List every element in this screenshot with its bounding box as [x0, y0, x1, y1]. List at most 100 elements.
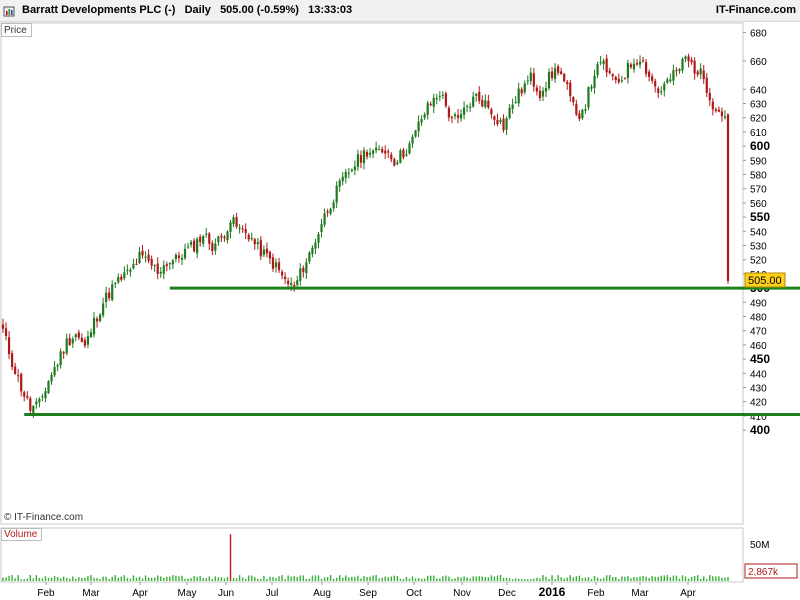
candle-body [183, 248, 187, 259]
candle-body [362, 150, 366, 164]
volume-panel [0, 527, 744, 583]
volume-last-label: 2,867k [748, 567, 779, 578]
y-tick-label: 460 [750, 341, 767, 352]
candle-body [669, 79, 672, 82]
candle-body [284, 276, 287, 280]
y-tick-label: 530 [750, 242, 767, 253]
candle-body [623, 78, 626, 80]
candle-body [399, 150, 402, 163]
candle-body [681, 58, 684, 71]
candle-body [341, 176, 344, 182]
y-tick-label: 560 [750, 199, 767, 210]
candle-body [453, 114, 457, 117]
candle-body [499, 120, 502, 123]
y-tick-label: 470 [750, 327, 767, 338]
candle-body [153, 265, 156, 267]
candle-body [308, 252, 311, 262]
candle-body [229, 222, 232, 232]
candle-body [417, 121, 420, 132]
candle-body [384, 150, 387, 154]
candle-body [481, 99, 484, 107]
candle-body [648, 71, 651, 77]
candle-body [83, 339, 87, 346]
candle-body [26, 396, 29, 398]
candle-body [547, 71, 551, 89]
candle-body [317, 234, 320, 243]
candle-body [332, 202, 335, 209]
x-tick-label: Oct [406, 588, 422, 599]
candle-body [675, 70, 678, 72]
candle-body [635, 63, 639, 65]
y-tick-label: 620 [750, 114, 767, 125]
candle-body [387, 151, 390, 153]
candle-body [423, 114, 426, 118]
candle-body [344, 171, 347, 179]
candle-body [663, 83, 666, 91]
candle-body [95, 318, 99, 322]
candle-body [717, 109, 720, 112]
candle-body [314, 242, 317, 249]
candle-body [17, 375, 20, 377]
candle-body [690, 59, 693, 63]
candle-body [550, 71, 554, 79]
y-tick-label: 520 [750, 256, 767, 267]
candle-body [687, 56, 690, 62]
candle-body [447, 107, 451, 118]
candle-body [651, 76, 654, 81]
candle-body [693, 60, 696, 74]
candle-body [77, 332, 80, 338]
y-tick-label: 420 [750, 398, 767, 409]
candle-body [38, 398, 41, 403]
candle-body [529, 72, 532, 82]
candle-body [411, 136, 414, 144]
candle-body [711, 101, 714, 110]
candle-body [708, 93, 711, 101]
candle-body [256, 242, 259, 245]
candle-body [177, 255, 181, 259]
candle-body [290, 283, 293, 286]
candle-body [147, 254, 150, 261]
candle-body [371, 150, 375, 154]
price-chart[interactable]: Price Volume © IT-Finance.com 680 660 640 630 6… [0, 0, 800, 600]
candle-body [280, 271, 284, 276]
candle-body [299, 268, 302, 281]
y-tick-label: 680 [750, 29, 767, 40]
candle-body [723, 116, 727, 118]
x-tick-label: Jun [218, 588, 234, 599]
candle-body [544, 87, 548, 92]
y-tick-label: 610 [750, 128, 767, 139]
candle-body [365, 151, 369, 157]
candle-body [144, 256, 147, 258]
candle-body [117, 276, 120, 283]
candle-body [105, 292, 108, 303]
candle-body [553, 68, 557, 79]
candle-body [660, 91, 663, 93]
candle-body [347, 172, 350, 174]
candle-body [493, 116, 496, 120]
candle-body [605, 58, 608, 73]
candle-body [414, 130, 417, 137]
y-tick-label: 540 [750, 227, 767, 238]
candle-body [7, 337, 11, 355]
candle-body [381, 149, 384, 153]
candle-body [466, 105, 469, 107]
x-tick-label: Jul [266, 588, 279, 599]
candle-body [654, 80, 657, 87]
candle-body [702, 70, 705, 80]
candle-body [326, 211, 329, 213]
candle-body [265, 248, 269, 254]
candle-body [641, 60, 645, 62]
candle-body [496, 119, 499, 125]
candle-body [356, 154, 360, 167]
candle-body [296, 280, 299, 286]
candle-body [705, 77, 708, 93]
x-tick-label: May [178, 588, 197, 599]
candle-body [89, 332, 93, 338]
x-tick-label: Feb [587, 588, 605, 599]
candle-body [274, 262, 278, 268]
candle-body [393, 159, 396, 166]
candle-body [120, 276, 123, 280]
x-tick-label: 2016 [539, 585, 566, 599]
candle-body [193, 240, 196, 252]
candle-body [541, 90, 545, 97]
